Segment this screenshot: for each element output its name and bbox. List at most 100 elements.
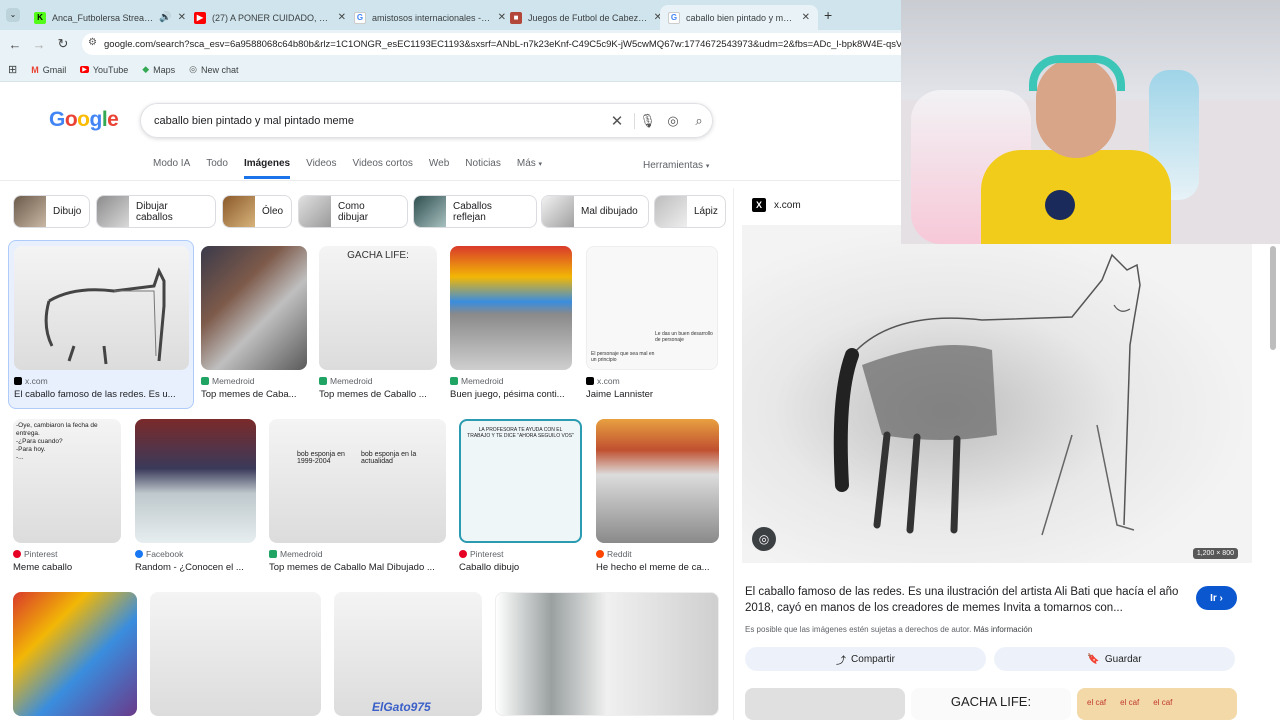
scrollbar[interactable] [1270, 246, 1276, 350]
google-icon: G [354, 11, 366, 24]
save-button[interactable]: 🔖 Guardar [994, 647, 1235, 671]
image-result[interactable] [495, 592, 719, 716]
image-result[interactable] [150, 592, 321, 716]
chip-dibujo[interactable]: Dibujo [13, 195, 90, 228]
chip-label: Dibujo [53, 206, 82, 217]
chip-como-dibujar[interactable]: Como dibujar [298, 195, 408, 228]
image-result[interactable]: -Oye, cambiaron la fecha de entrega. -¿P… [13, 419, 121, 573]
save-label: Guardar [1104, 653, 1142, 665]
image-result[interactable] [13, 592, 137, 716]
caret-down-icon: ▾ [705, 163, 710, 170]
image-result[interactable]: ElGato975 [334, 592, 482, 716]
bookmark-icon: 🔖 [1087, 653, 1100, 665]
lens-icon[interactable]: ◎ [752, 527, 776, 551]
image-result[interactable]: bob esponja en 1999-2004 bob esponja en … [269, 419, 446, 573]
bookmark-youtube[interactable]: ▶ YouTube [80, 65, 128, 75]
image-result[interactable]: GACHA LIFE: Memedroid Top memes de Cabal… [319, 246, 437, 400]
chip-label: Lápiz [694, 206, 718, 217]
search-tabs: Modo IA Todo Imágenes Videos Videos cort… [153, 158, 558, 179]
microphone-icon[interactable]: 🎙 [634, 112, 660, 129]
lens-icon[interactable]: ◎ [660, 113, 686, 129]
image-result[interactable]: Le das un buen desarrollo de personaje E… [586, 246, 718, 400]
chip-oleo[interactable]: Óleo [222, 195, 292, 228]
chip-dibujar-caballos[interactable]: Dibujar caballos [96, 195, 216, 228]
go-button[interactable]: Ir › [1196, 586, 1237, 610]
back-icon[interactable]: ← [3, 37, 27, 52]
reload-icon[interactable]: ↻ [51, 36, 75, 52]
kick-icon: K [34, 11, 46, 24]
new-tab-icon[interactable]: + [824, 7, 832, 23]
clear-icon[interactable]: ✕ [604, 112, 630, 130]
close-tab-icon[interactable]: ✕ [178, 12, 186, 23]
site-info-icon[interactable]: ⚙ [88, 37, 97, 48]
search-input[interactable] [154, 114, 604, 127]
related-image[interactable]: el caf el caf el caf [1077, 688, 1237, 720]
tab-imagenes[interactable]: Imágenes [243, 158, 291, 179]
bookmark-label: Maps [153, 64, 176, 75]
image-caption: bob esponja en la actualidad [361, 451, 417, 465]
panel-source[interactable]: X x.com [752, 198, 801, 212]
url-field[interactable]: ⚙ google.com/search?sca_esv=6a9588068c64… [82, 33, 912, 55]
youtube-icon: ▶ [194, 11, 206, 24]
search-icon[interactable]: ⌕ [686, 113, 712, 129]
url-text: google.com/search?sca_esv=6a9588068c64b8… [104, 38, 912, 50]
tab-videos[interactable]: Videos [306, 158, 336, 179]
gacha-life-text: GACHA LIFE: [950, 694, 1032, 709]
image-caption: Le das un buen desarrollo de personaje [655, 331, 713, 343]
bookmark-gmail[interactable]: M Gmail [31, 65, 66, 75]
more-info-link[interactable]: Más información [974, 625, 1033, 634]
image-caption: LA PROFESORA TE AYUDA CON EL TRABAJO Y T… [467, 427, 574, 439]
tab-todo[interactable]: Todo [206, 158, 228, 179]
close-tab-icon[interactable]: ✕ [338, 12, 346, 23]
horse-illustration [833, 253, 1141, 536]
chip-thumbnail [223, 196, 255, 227]
share-label: Compartir [851, 653, 895, 665]
result-source: Pinterest [459, 549, 582, 559]
tools-button[interactable]: Herramientas ▾ [643, 160, 709, 171]
tab-youtube[interactable]: ▶ (27) A PONER CUIDADO, ECUA ✕ [186, 5, 354, 30]
chip-label: Óleo [262, 206, 284, 217]
image-result[interactable]: x.com El caballo famoso de las redes. Es… [14, 246, 189, 400]
result-image [201, 246, 307, 370]
tab-google-amistosos[interactable]: G amistosos internacionales - Bus ✕ [346, 5, 514, 30]
image-result[interactable]: LA PROFESORA TE AYUDA CON EL TRABAJO Y T… [459, 419, 582, 573]
chip-lapiz[interactable]: Lápiz [654, 195, 726, 228]
apps-grid-icon[interactable]: ⊞ [8, 63, 17, 76]
related-image[interactable] [745, 688, 905, 720]
tab-juegos[interactable]: ■ Juegos de Futbol de Cabezon ✕ [502, 5, 670, 30]
result-title: Buen juego, pésima conti... [450, 389, 565, 400]
source-label: Facebook [146, 549, 184, 559]
tab-google-caballo[interactable]: G caballo bien pintado y mal pint ✕ [660, 5, 818, 30]
image-result[interactable]: Memedroid Top memes de Caba... [201, 246, 307, 400]
image-result[interactable]: Facebook Random - ¿Conocen el ... [135, 419, 256, 573]
google-logo[interactable]: Google [49, 108, 119, 132]
tab-web[interactable]: Web [429, 158, 449, 179]
chat-icon: ◎ [189, 64, 198, 74]
tab-title: Anca_Futbolersa Stream - K [52, 12, 153, 23]
tab-modo-ia[interactable]: Modo IA [153, 158, 190, 179]
tab-search-icon[interactable]: ⌄ [6, 8, 20, 22]
chip-caballos-reflejan[interactable]: Caballos reflejan [413, 195, 537, 228]
related-image[interactable]: GACHA LIFE: [911, 688, 1071, 720]
forward-icon[interactable]: → [27, 37, 51, 52]
tab-kick[interactable]: K Anca_Futbolersa Stream - K 🔊 ✕ [26, 5, 194, 30]
result-source: Memedroid [269, 549, 446, 559]
reddit-icon [596, 550, 604, 558]
close-tab-icon[interactable]: ✕ [802, 12, 810, 23]
share-button[interactable]: ⤴ Compartir [745, 647, 986, 671]
bookmark-maps[interactable]: ◆ Maps [142, 64, 175, 75]
result-source: Memedroid [450, 376, 572, 386]
chip-label: Dibujar caballos [136, 200, 173, 223]
tab-mas[interactable]: Más ▾ [517, 158, 542, 179]
jersey-crest [1045, 190, 1075, 220]
chip-mal-dibujado[interactable]: Mal dibujado [541, 195, 649, 228]
yellow-jersey [981, 150, 1171, 244]
tab-videos-cortos[interactable]: Videos cortos [352, 158, 412, 179]
source-label: Pinterest [24, 549, 58, 559]
preview-image[interactable]: ◎ 1,200 × 800 [742, 225, 1252, 563]
result-title: Meme caballo [13, 562, 73, 573]
image-result[interactable]: Memedroid Buen juego, pésima conti... [450, 246, 572, 400]
bookmark-new-chat[interactable]: ◎ New chat [189, 64, 238, 75]
tab-noticias[interactable]: Noticias [465, 158, 501, 179]
image-result[interactable]: Reddit He hecho el meme de ca... [596, 419, 719, 573]
